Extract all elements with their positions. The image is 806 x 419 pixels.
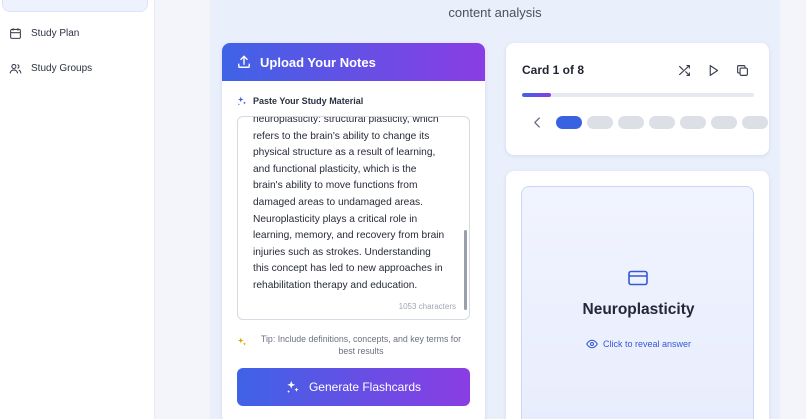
upload-header: Upload Your Notes bbox=[222, 43, 485, 81]
copy-icon bbox=[736, 64, 748, 76]
sidebar-item-label: Study Plan bbox=[31, 27, 80, 39]
calendar-icon bbox=[10, 27, 21, 39]
reveal-answer-link[interactable]: Click to reveal answer bbox=[522, 338, 755, 350]
card-dot-6[interactable] bbox=[711, 115, 737, 129]
section-caption: content analysis bbox=[448, 5, 542, 20]
flashcard-term: Neuroplasticity bbox=[582, 301, 695, 318]
flashcard[interactable]: Neuroplasticity Click to reveal answer bbox=[521, 186, 754, 419]
textarea-scrollbar[interactable] bbox=[464, 230, 467, 310]
generate-flashcards-button[interactable]: Generate Flashcards bbox=[237, 368, 470, 406]
copy-button[interactable] bbox=[732, 60, 752, 80]
sparkles-icon bbox=[237, 96, 247, 106]
card-counter: Card 1 of 8 bbox=[522, 63, 585, 77]
shuffle-icon bbox=[678, 64, 690, 76]
card-dot-7[interactable] bbox=[742, 115, 768, 129]
character-count: 1053 characters bbox=[398, 302, 456, 311]
card-dot-4[interactable] bbox=[649, 115, 675, 129]
card-navigator: Card 1 of 8 bbox=[506, 43, 769, 155]
chevron-left-icon bbox=[533, 116, 540, 128]
card-progress-fill bbox=[522, 93, 551, 97]
play-icon bbox=[709, 64, 718, 76]
previous-card-button[interactable] bbox=[528, 115, 546, 129]
tip-label: Tip: Include definitions, concepts, and … bbox=[260, 334, 462, 356]
card-dot-3[interactable] bbox=[618, 115, 644, 129]
reveal-label: Click to reveal answer bbox=[602, 339, 692, 349]
card-progress-bar bbox=[522, 93, 754, 97]
sidebar-item-label: Study Groups bbox=[31, 62, 93, 74]
card-dot-2[interactable] bbox=[587, 115, 613, 129]
eye-icon bbox=[586, 339, 598, 349]
play-button[interactable] bbox=[703, 60, 723, 80]
sidebar-item-study-plan[interactable]: Study Plan bbox=[9, 23, 79, 43]
paste-label-text: Paste Your Study Material bbox=[253, 96, 364, 106]
upload-title: Upload Your Notes bbox=[260, 54, 376, 70]
tip-text: Tip: Include definitions, concepts, and … bbox=[237, 333, 470, 357]
sidebar-item-active[interactable] bbox=[2, 0, 148, 12]
sidebar: Study Plan Study Groups bbox=[0, 0, 155, 419]
upload-notes-card: Upload Your Notes Paste Your Study Mater… bbox=[222, 43, 485, 419]
sparkles-icon bbox=[287, 380, 299, 394]
users-icon bbox=[9, 63, 22, 73]
shuffle-button[interactable] bbox=[674, 60, 694, 80]
sidebar-item-study-groups[interactable]: Study Groups bbox=[9, 58, 92, 78]
card-icon bbox=[628, 270, 648, 286]
generate-label: Generate Flashcards bbox=[308, 380, 422, 394]
paste-label: Paste Your Study Material bbox=[237, 96, 363, 106]
flashcard-panel: Neuroplasticity Click to reveal answer bbox=[506, 171, 769, 419]
card-dot-5[interactable] bbox=[680, 115, 706, 129]
tip-sparkles-icon bbox=[237, 337, 247, 346]
card-dot-1[interactable] bbox=[556, 115, 582, 129]
textarea-value: neuroplasticity: structural plasticity, … bbox=[253, 116, 445, 291]
card-dots bbox=[528, 115, 769, 129]
study-material-textarea[interactable]: neuroplasticity: structural plasticity, … bbox=[237, 116, 470, 320]
upload-icon bbox=[238, 55, 250, 68]
